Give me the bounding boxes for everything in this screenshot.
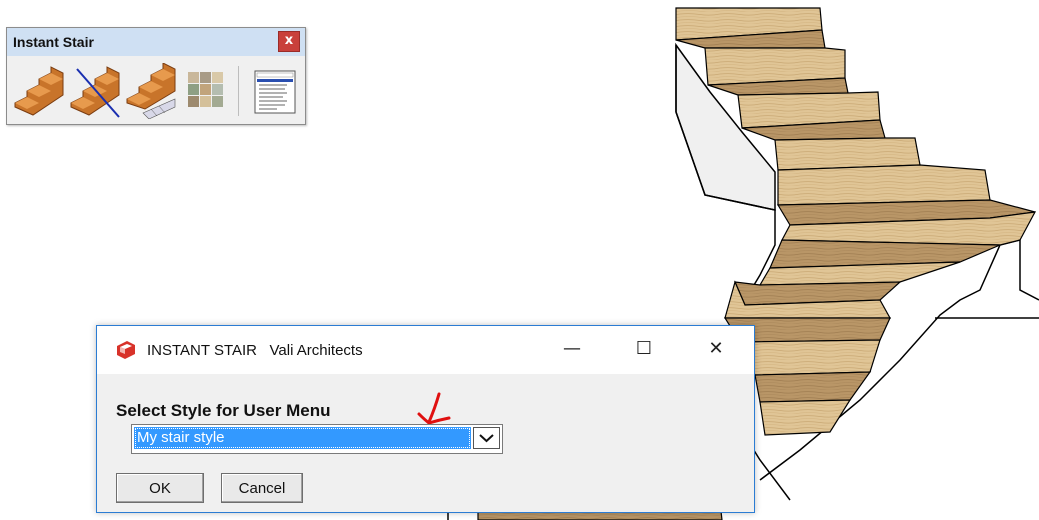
straight-stair-tool-icon: [14, 66, 64, 116]
toolbar-separator: [238, 66, 239, 116]
ok-button[interactable]: OK: [116, 473, 204, 503]
toolbar-title: Instant Stair: [13, 34, 94, 50]
stair-on-grid-tool-button[interactable]: [123, 62, 177, 120]
stair-on-grid-tool-icon: [126, 62, 176, 120]
close-button[interactable]: ✕: [693, 326, 739, 374]
stair-with-path-tool-icon: [70, 66, 120, 118]
material-palette-tool-button[interactable]: [179, 63, 233, 119]
select-style-label: Select Style for User Menu: [116, 401, 331, 420]
style-menu-tool-button[interactable]: [247, 63, 301, 119]
style-dropdown-value: My stair style: [134, 427, 471, 449]
dialog-title-bar[interactable]: INSTANT STAIR Vali Architects — ☐ ✕: [97, 326, 754, 374]
dialog-title: INSTANT STAIR Vali Architects: [147, 342, 363, 359]
instant-stair-dialog: INSTANT STAIR Vali Architects — ☐ ✕ Sele…: [96, 325, 755, 513]
chevron-down-icon[interactable]: [473, 427, 500, 449]
maximize-button[interactable]: ☐: [621, 326, 667, 374]
style-dropdown[interactable]: My stair style: [131, 424, 503, 454]
sketchup-app-icon: [117, 341, 135, 359]
minimize-button[interactable]: —: [549, 326, 595, 374]
style-menu-tool-icon: [254, 70, 296, 114]
material-palette-tool-icon: [188, 72, 223, 107]
toolbar-title-bar[interactable]: Instant Stair x: [7, 28, 305, 56]
stair-with-path-tool-button[interactable]: [67, 63, 121, 119]
instant-stair-toolbar: Instant Stair x: [6, 27, 306, 125]
toolbar-close-button[interactable]: x: [278, 31, 300, 52]
straight-stair-tool-button[interactable]: [11, 63, 65, 119]
dropdown-arrow-icon: [479, 434, 494, 443]
cancel-button[interactable]: Cancel: [221, 473, 303, 503]
